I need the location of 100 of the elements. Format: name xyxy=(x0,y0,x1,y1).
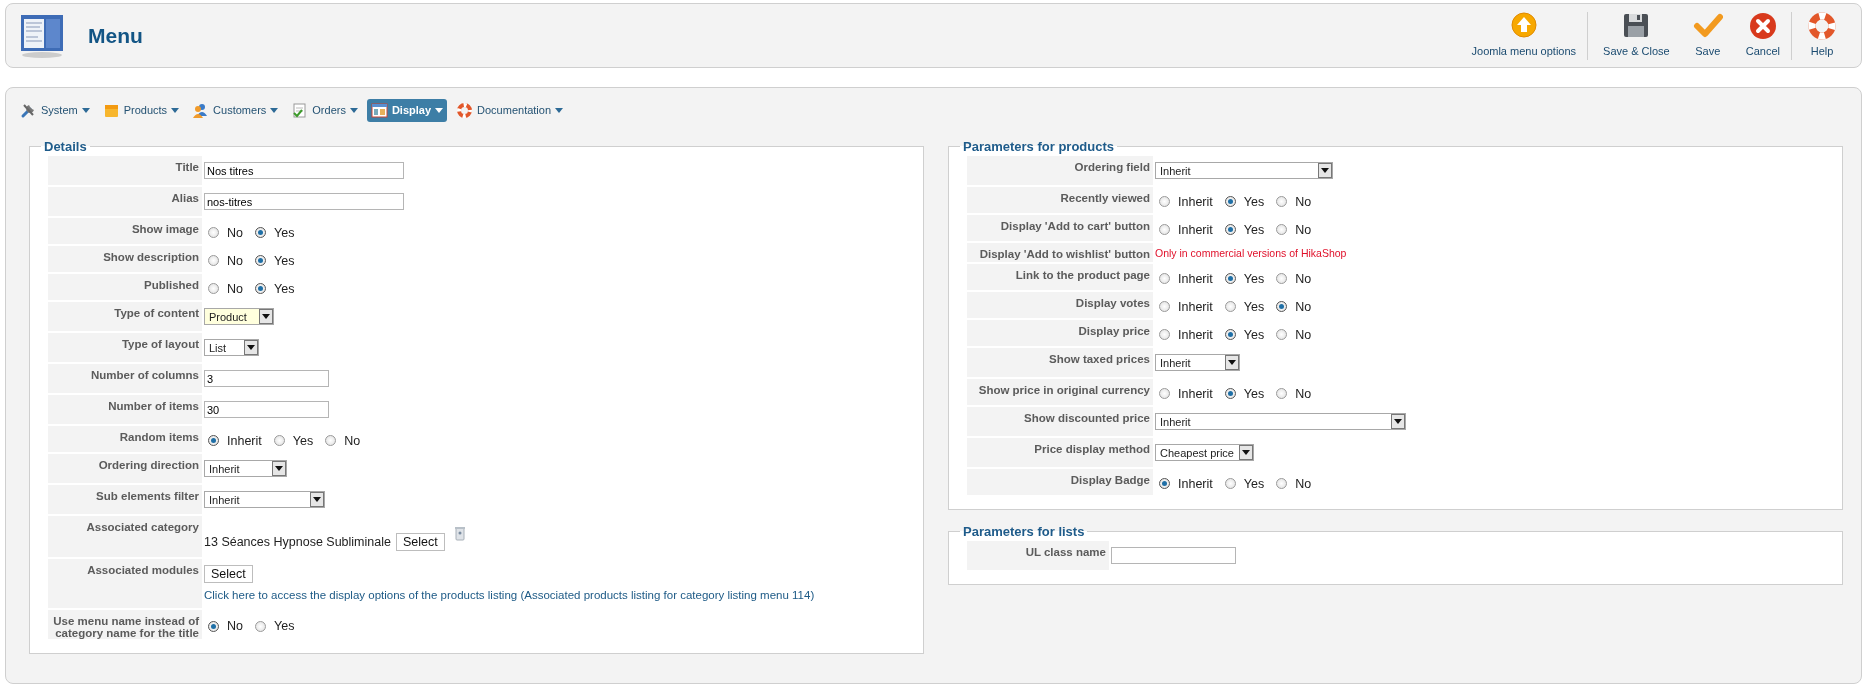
section-title: Parameters for products xyxy=(962,139,1115,154)
radio-button[interactable] xyxy=(1224,478,1236,489)
radio-button[interactable] xyxy=(1276,224,1288,235)
caret-icon xyxy=(275,466,283,471)
radio-button[interactable] xyxy=(208,435,219,446)
help-button[interactable]: Help xyxy=(1796,11,1849,60)
cancel-button[interactable]: Cancel xyxy=(1734,11,1792,60)
radio-button[interactable] xyxy=(208,255,219,266)
radio-button[interactable] xyxy=(208,620,219,632)
radio-button[interactable] xyxy=(1276,273,1288,284)
field-label: Display 'Add to cart' button xyxy=(1000,220,1150,232)
field-label: Show taxed prices xyxy=(1049,353,1150,365)
field-label: Ordering field xyxy=(1074,161,1150,173)
nav-menu-item[interactable]: Display xyxy=(366,98,448,122)
field-label: UL class name xyxy=(1025,546,1106,558)
radio-button[interactable] xyxy=(1276,478,1288,489)
radio-label: No xyxy=(1295,298,1312,314)
radio-button[interactable] xyxy=(1159,478,1170,489)
text-field[interactable]: nos-titres xyxy=(204,193,404,210)
caret-icon xyxy=(1228,360,1236,365)
nav-menu-item[interactable]: Products xyxy=(98,98,184,122)
dropdown[interactable]: Inherit xyxy=(1155,162,1333,179)
radio-label: No xyxy=(1295,385,1312,401)
caret-icon xyxy=(81,107,90,113)
save-button[interactable]: Save xyxy=(1681,11,1735,60)
radio-button[interactable] xyxy=(1224,301,1236,312)
radio-button[interactable] xyxy=(1159,273,1170,284)
caret-icon xyxy=(349,107,358,113)
radio-button[interactable] xyxy=(255,227,266,238)
nav-menu-item[interactable]: Orders xyxy=(287,98,362,122)
radio-button[interactable] xyxy=(1159,388,1170,399)
notice-text: Only in commercial versions of HikaShop xyxy=(1155,246,1347,259)
radio-button[interactable] xyxy=(255,255,266,266)
radio-label: No xyxy=(1295,475,1312,491)
category-name: 13 Séances Hypnose Subliminale xyxy=(204,534,391,549)
dropdown[interactable]: Inherit xyxy=(1155,354,1240,371)
field-label: Ordering direction xyxy=(98,459,199,471)
radio-label: No xyxy=(227,618,243,633)
radio-button[interactable] xyxy=(1276,329,1288,340)
radio-button[interactable] xyxy=(1224,329,1236,340)
radio-label: No xyxy=(1295,221,1312,237)
radio-button[interactable] xyxy=(208,227,219,238)
menu-options-button[interactable]: Joomla menu options xyxy=(1460,11,1589,60)
caret-icon xyxy=(1242,450,1250,455)
nav-menu-item[interactable]: Documentation xyxy=(452,98,568,122)
radio-button[interactable] xyxy=(1276,196,1288,207)
field-label: Display 'Add to wishlist' button xyxy=(979,248,1150,260)
radio-button[interactable] xyxy=(1276,388,1288,399)
radio-label: Inherit xyxy=(1178,221,1213,237)
help-icon xyxy=(1807,10,1837,41)
radio-label: No xyxy=(344,432,361,448)
trash-icon xyxy=(454,526,465,541)
dropdown[interactable]: Inherit xyxy=(1155,413,1406,430)
caret-icon xyxy=(555,107,564,113)
radio-button[interactable] xyxy=(1159,224,1170,235)
dropdown[interactable]: Product xyxy=(204,308,274,325)
radio-button[interactable] xyxy=(208,283,219,294)
listing-options-link[interactable]: Click here to access the display options of the products listing (Associated products listing for category listing menu 114) xyxy=(204,589,905,601)
radio-label: No xyxy=(1295,326,1312,342)
select-button[interactable]: Select xyxy=(395,532,445,551)
radio-label: No xyxy=(227,280,243,296)
radio-button[interactable] xyxy=(1224,224,1236,235)
text-field[interactable]: 3 xyxy=(204,370,329,387)
caret-icon xyxy=(171,107,180,113)
radio-button[interactable] xyxy=(325,435,337,446)
field-label: Published xyxy=(144,279,199,291)
field-label: Link to the product page xyxy=(1015,269,1150,281)
dropdown[interactable]: List xyxy=(204,339,259,356)
radio-button[interactable] xyxy=(273,435,285,446)
radio-label: Yes xyxy=(292,432,314,448)
radio-label: Yes xyxy=(274,224,295,240)
text-field[interactable]: 30 xyxy=(204,401,329,418)
field-label: Show price in original currency xyxy=(978,384,1150,396)
radio-button[interactable] xyxy=(255,283,266,294)
field-label: Display votes xyxy=(1075,297,1150,309)
dropdown[interactable]: Cheapest price xyxy=(1155,444,1254,461)
select-button[interactable]: Select xyxy=(204,565,253,583)
nav-menu-item[interactable]: Customers xyxy=(188,98,283,122)
radio-label: Yes xyxy=(1243,326,1265,342)
radio-button[interactable] xyxy=(1224,388,1236,399)
text-field[interactable] xyxy=(1111,547,1236,564)
section-title: Details xyxy=(43,139,88,154)
radio-label: Inherit xyxy=(1178,270,1213,286)
dropdown[interactable]: Inherit xyxy=(204,491,325,508)
radio-label: Yes xyxy=(274,618,295,633)
save-and-close-button[interactable]: Save & Close xyxy=(1592,11,1682,60)
radio-button[interactable] xyxy=(1224,273,1236,284)
field-label: Title xyxy=(175,161,199,173)
radio-button[interactable] xyxy=(1276,301,1288,312)
text-field[interactable]: Nos titres xyxy=(204,162,404,179)
dropdown[interactable]: Inherit xyxy=(204,460,287,477)
radio-button[interactable] xyxy=(1224,196,1236,207)
field-label: Use menu name instead of category name for the title xyxy=(52,615,199,639)
nav-menu-item[interactable]: System xyxy=(16,98,94,122)
radio-button[interactable] xyxy=(1159,329,1170,340)
field-label: Display Badge xyxy=(1070,474,1150,486)
radio-button[interactable] xyxy=(1159,301,1170,312)
radio-button[interactable] xyxy=(1159,196,1170,207)
field-label: Recently viewed xyxy=(1060,192,1150,204)
radio-button[interactable] xyxy=(255,620,266,632)
